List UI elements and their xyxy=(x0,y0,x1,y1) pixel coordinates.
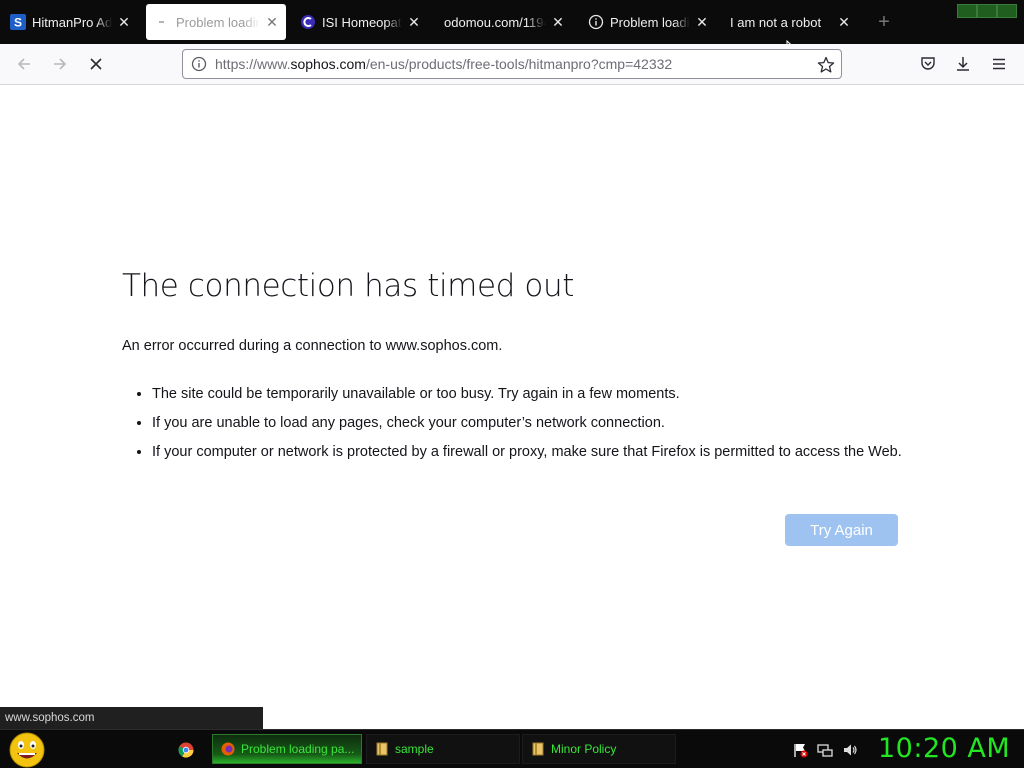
task-label: Problem loading pa... xyxy=(241,742,355,756)
error-page: The connection has timed out An error oc… xyxy=(122,268,902,471)
error-suggestions: The site could be temporarily unavailabl… xyxy=(122,384,902,462)
tab-title: HitmanPro Advanced xyxy=(32,14,112,30)
suggestion-item: If your computer or network is protected… xyxy=(152,442,902,462)
close-control[interactable] xyxy=(997,4,1017,18)
smiley-start-icon[interactable] xyxy=(8,732,46,768)
address-bar[interactable]: https://www.sophos.com/en-us/products/fr… xyxy=(182,49,842,79)
navigation-toolbar: https://www.sophos.com/en-us/products/fr… xyxy=(0,44,1024,85)
info-icon[interactable] xyxy=(191,56,207,72)
tab-hitmanpro[interactable]: S HitmanPro Advanced ✕ xyxy=(6,4,136,40)
tab-title: Problem loading page xyxy=(610,14,690,30)
taskbar-item-sample[interactable]: sample xyxy=(366,734,520,764)
suggestion-item: The site could be temporarily unavailabl… xyxy=(152,384,902,404)
close-icon[interactable]: ✕ xyxy=(116,14,132,30)
tab-title: odomou.com/1194d xyxy=(444,14,546,30)
close-icon[interactable]: ✕ xyxy=(550,14,566,30)
hamburger-menu-icon[interactable] xyxy=(987,52,1011,76)
close-icon[interactable]: ✕ xyxy=(264,14,280,30)
document-icon xyxy=(375,741,389,757)
taskbar-item-minor-policy[interactable]: Minor Policy xyxy=(522,734,676,764)
tab-not-a-robot[interactable]: I am not a robot ✕ xyxy=(726,4,856,40)
firefox-icon xyxy=(221,741,235,757)
sophos-s-icon: S xyxy=(10,14,26,30)
close-icon[interactable]: ✕ xyxy=(694,14,710,30)
pocket-icon[interactable] xyxy=(916,52,940,76)
try-again-button[interactable]: Try Again xyxy=(785,514,898,546)
bookmark-star-icon[interactable] xyxy=(817,56,835,74)
task-label: Minor Policy xyxy=(551,742,617,756)
network-icon[interactable] xyxy=(817,742,833,758)
tab-problem-loading[interactable]: Problem loading page ✕ xyxy=(146,4,286,40)
forward-arrow-icon[interactable] xyxy=(48,52,72,76)
tab-title: ISI Homeopatia xyxy=(322,14,402,30)
tab-strip: S HitmanPro Advanced ✕ Problem loading p… xyxy=(0,0,1024,44)
taskbar-clock[interactable]: 10:20 AM xyxy=(878,733,1010,764)
maximize-control[interactable] xyxy=(977,4,997,18)
tab-isi-homeopatia[interactable]: ISI Homeopatia ✕ xyxy=(296,4,426,40)
isi-c-icon xyxy=(300,14,316,30)
url-text: https://www.sophos.com/en-us/products/fr… xyxy=(215,56,673,72)
volume-icon[interactable] xyxy=(842,742,858,758)
close-icon[interactable]: ✕ xyxy=(406,14,422,30)
new-tab-plus-icon[interactable]: + xyxy=(874,12,894,32)
tab-title: Problem loading page xyxy=(176,14,260,30)
chrome-icon[interactable] xyxy=(178,742,194,758)
document-icon xyxy=(531,741,545,757)
info-icon xyxy=(588,14,604,30)
tab-title: I am not a robot xyxy=(730,14,822,30)
suggestion-item: If you are unable to load any pages, che… xyxy=(152,413,902,433)
downloads-icon[interactable] xyxy=(951,52,975,76)
svg-text:S: S xyxy=(14,16,22,30)
minimize-control[interactable] xyxy=(957,4,977,18)
taskbar-item-firefox[interactable]: Problem loading pa... xyxy=(212,734,362,764)
error-description: An error occurred during a connection to… xyxy=(122,338,503,354)
taskbar: Problem loading pa... sample Minor Polic… xyxy=(0,729,1024,768)
error-title: The connection has timed out xyxy=(122,268,574,304)
dot-icon xyxy=(154,14,170,30)
task-label: sample xyxy=(395,742,434,756)
action-center-flag-icon[interactable] xyxy=(792,742,808,758)
tab-odomou[interactable]: odomou.com/1194d ✕ xyxy=(440,4,570,40)
status-link-preview: www.sophos.com xyxy=(0,707,263,729)
back-arrow-icon[interactable] xyxy=(12,52,36,76)
close-icon[interactable]: ✕ xyxy=(836,14,852,30)
stop-loading-icon[interactable] xyxy=(84,52,108,76)
tab-problem-loading-2[interactable]: Problem loading page ✕ xyxy=(584,4,714,40)
